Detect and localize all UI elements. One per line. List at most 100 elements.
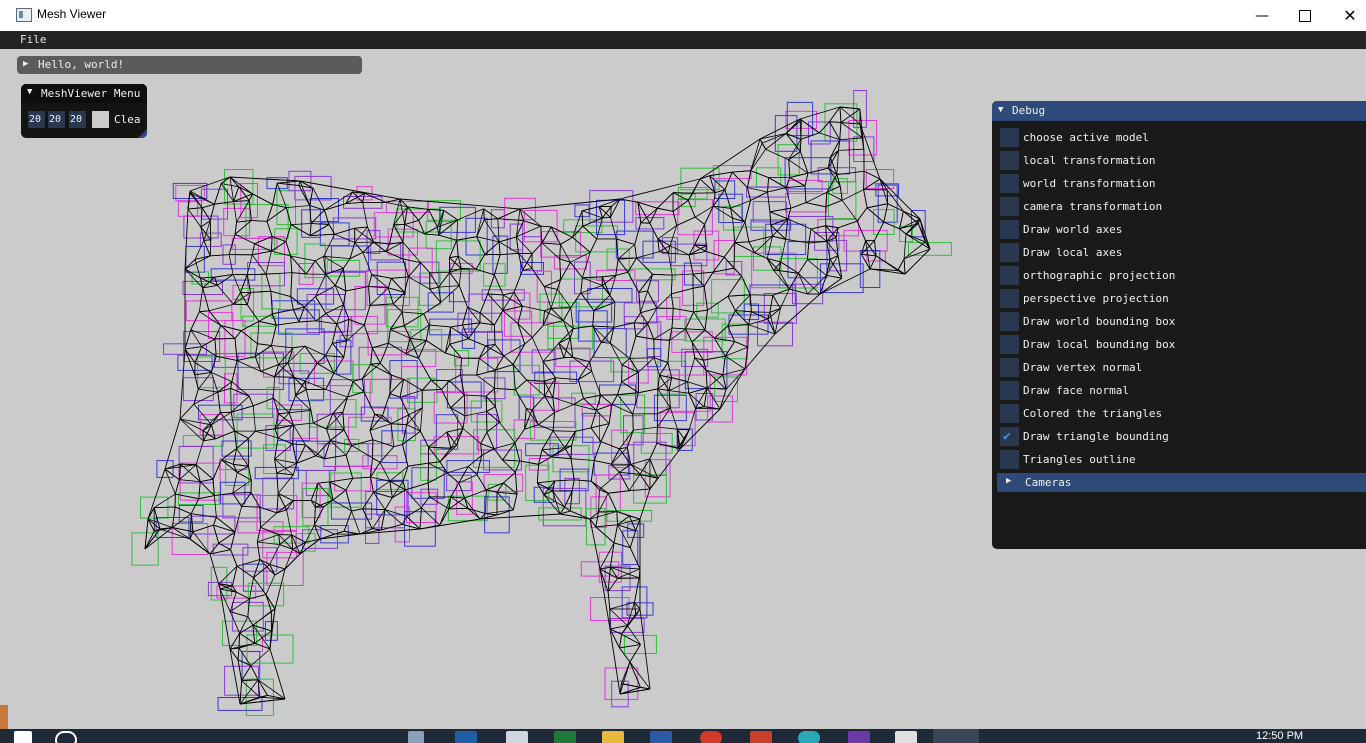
mesh-edge — [232, 274, 241, 293]
mesh-edge — [693, 309, 708, 313]
mesh-edge — [486, 421, 500, 433]
mesh-edge — [202, 430, 204, 441]
hello-window[interactable]: ▶ Hello, world! — [17, 56, 362, 74]
mesh-edge — [209, 204, 215, 221]
color-r-input[interactable]: 20 — [28, 111, 45, 128]
collapse-arrow-icon[interactable]: ▼ — [27, 87, 32, 97]
mesh-edge — [410, 337, 427, 341]
debug-option-row[interactable]: Draw vertex normal — [1000, 358, 1360, 378]
checkbox[interactable] — [1000, 174, 1019, 193]
app-icon-6[interactable] — [700, 731, 722, 743]
debug-option-row[interactable]: Draw local axes — [1000, 243, 1360, 263]
mesh-edge — [649, 208, 658, 224]
color-b-input[interactable]: 20 — [69, 111, 86, 128]
mesh-edge — [153, 493, 176, 508]
debug-option-row[interactable]: camera transformation — [1000, 197, 1360, 217]
app-icon-1[interactable] — [455, 731, 477, 743]
mesh-edge — [458, 285, 468, 308]
checkbox[interactable] — [1000, 151, 1019, 170]
mesh-edge — [443, 210, 458, 221]
checkbox[interactable] — [1000, 197, 1019, 216]
mesh-edge — [727, 296, 736, 311]
mesh-edge — [513, 270, 523, 293]
mesh-edge — [271, 241, 287, 252]
active-app-tab[interactable] — [933, 729, 979, 743]
mesh-edge — [657, 225, 677, 240]
app-icon-3[interactable] — [554, 731, 576, 743]
app-icon-5[interactable] — [650, 731, 672, 743]
mesh-edge — [277, 424, 294, 439]
collapse-arrow-icon[interactable]: ▼ — [998, 105, 1003, 115]
mesh-edge — [199, 311, 222, 326]
checkbox[interactable] — [1000, 450, 1019, 469]
mesh-edge — [590, 410, 597, 429]
mesh-edge — [259, 559, 276, 576]
expand-arrow-icon[interactable]: ▶ — [23, 59, 28, 69]
checkbox[interactable] — [1000, 335, 1019, 354]
debug-option-row[interactable]: ✔ Draw triangle bounding — [1000, 427, 1360, 447]
debug-option-row[interactable]: Triangles outline — [1000, 450, 1360, 470]
folder-icon[interactable] — [602, 731, 624, 743]
mesh-edge — [769, 207, 791, 213]
app-icon-2[interactable] — [506, 731, 528, 743]
debug-option-row[interactable]: Draw world axes — [1000, 220, 1360, 240]
menu-file[interactable]: File — [20, 33, 47, 46]
mesh-edge — [421, 379, 432, 391]
mesh-edge — [611, 404, 633, 415]
mesh-edge — [688, 393, 696, 409]
mesh-edge — [189, 190, 203, 208]
mesh-edge — [560, 262, 571, 280]
expand-arrow-icon[interactable]: ▶ — [1006, 476, 1011, 486]
mesh-edge — [903, 248, 931, 260]
checkbox[interactable] — [1000, 220, 1019, 239]
mesh-edge — [270, 290, 291, 297]
checkbox[interactable] — [1000, 358, 1019, 377]
minimize-button[interactable]: — — [1239, 0, 1285, 31]
mesh-edge — [236, 565, 254, 579]
mesh-edge — [418, 358, 432, 381]
mesh-edge — [423, 313, 430, 326]
debug-option-row[interactable]: Colored the triangles — [1000, 404, 1360, 424]
app-icon-7[interactable] — [750, 731, 772, 743]
app-icon-10[interactable] — [895, 731, 917, 743]
checkbox[interactable] — [1000, 289, 1019, 308]
checkbox[interactable] — [1000, 312, 1019, 331]
mesh-edge — [187, 208, 202, 228]
mesh-edge — [692, 273, 705, 287]
debug-option-row[interactable]: Draw face normal — [1000, 381, 1360, 401]
clear-color-swatch[interactable] — [92, 111, 109, 128]
mesh-edge — [502, 459, 520, 462]
meshviewer-menu-header[interactable]: ▼ MeshViewer Menu — [21, 84, 147, 103]
meshviewer-menu-window: ▼ MeshViewer Menu 20 20 20 Clea — [21, 84, 147, 138]
checkbox[interactable] — [1000, 266, 1019, 285]
mesh-edge — [448, 508, 468, 510]
checkbox[interactable]: ✔ — [1000, 427, 1019, 446]
app-icon-8[interactable] — [798, 731, 820, 743]
debug-option-row[interactable]: Draw world bounding box — [1000, 312, 1360, 332]
cameras-collapsible[interactable]: ▶ Cameras — [997, 473, 1366, 492]
mesh-edge — [600, 423, 610, 442]
debug-option-row[interactable]: Draw local bounding box — [1000, 335, 1360, 355]
close-button[interactable]: ✕ — [1327, 0, 1366, 31]
checkbox[interactable] — [1000, 404, 1019, 423]
app-icon-9[interactable] — [848, 731, 870, 743]
maximize-button[interactable] — [1282, 0, 1328, 31]
debug-option-row[interactable]: world transformation — [1000, 174, 1360, 194]
color-g-input[interactable]: 20 — [48, 111, 65, 128]
mesh-edge — [467, 306, 481, 324]
task-view-icon[interactable] — [408, 731, 424, 743]
checkbox[interactable] — [1000, 243, 1019, 262]
mesh-edge — [575, 427, 592, 432]
debug-header[interactable]: ▼ Debug — [992, 101, 1366, 121]
search-icon[interactable] — [55, 731, 77, 743]
debug-option-row[interactable]: choose active model — [1000, 128, 1360, 148]
debug-option-row[interactable]: local transformation — [1000, 151, 1360, 171]
checkbox[interactable] — [1000, 128, 1019, 147]
mesh-edge — [609, 342, 623, 366]
debug-option-row[interactable]: orthographic projection — [1000, 266, 1360, 286]
resize-grip[interactable] — [138, 129, 147, 138]
checkbox[interactable] — [1000, 381, 1019, 400]
start-icon[interactable] — [14, 731, 32, 743]
mesh-edge — [241, 665, 252, 681]
debug-option-row[interactable]: perspective projection — [1000, 289, 1360, 309]
